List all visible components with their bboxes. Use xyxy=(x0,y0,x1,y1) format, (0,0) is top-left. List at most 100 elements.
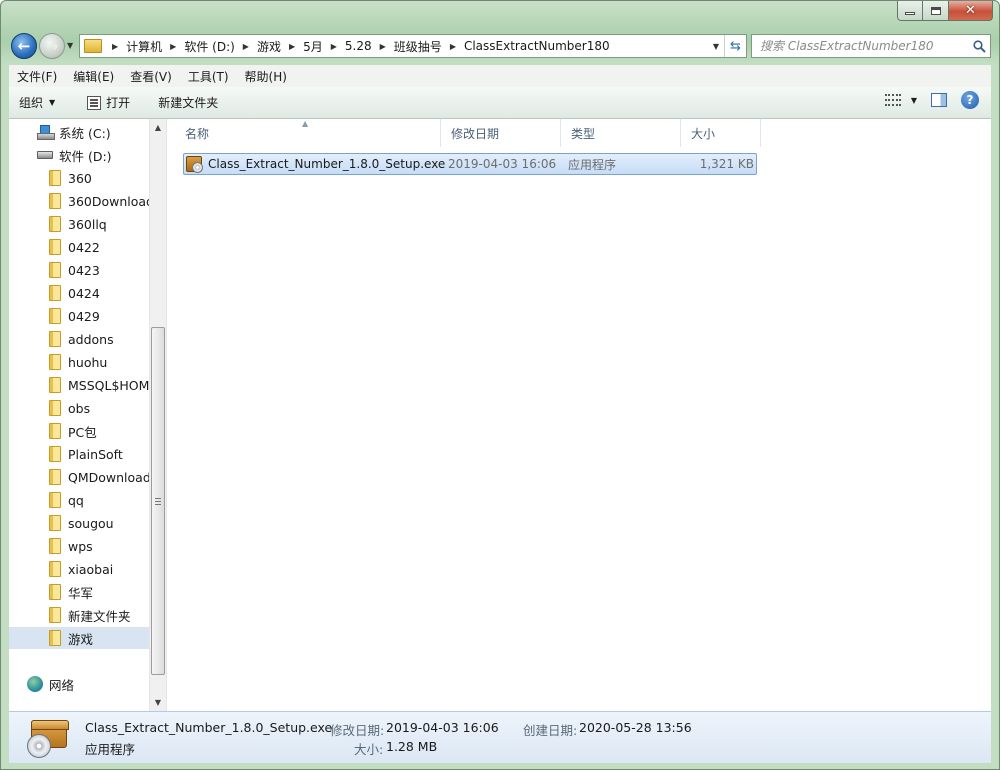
address-bar[interactable]: ▶ 计算机 ▶ 软件 (D:) ▶ 游戏 ▶ 5月 ▶ 5.28 ▶ 班级抽号 … xyxy=(79,34,747,58)
search-input[interactable] xyxy=(760,39,968,53)
refresh-icon: ⇆ xyxy=(730,38,741,54)
menu-view[interactable]: 查看(V) xyxy=(122,68,180,85)
preview-pane-icon[interactable] xyxy=(931,93,947,107)
breadcrumb-current-folder[interactable]: ClassExtractNumber180 xyxy=(464,39,610,53)
change-view-button[interactable]: ▼ xyxy=(884,94,917,106)
menu-tools[interactable]: 工具(T) xyxy=(180,68,237,85)
chevron-right-icon[interactable]: ▶ xyxy=(112,42,118,51)
tree-item-label: 0429 xyxy=(68,308,100,324)
file-row[interactable]: Class_Extract_Number_1.8.0_Setup.exe 201… xyxy=(183,153,757,175)
file-date: 2019-04-03 16:06 xyxy=(448,157,557,171)
tree-item-folder[interactable]: 0424 xyxy=(9,282,149,304)
tree-item-folder[interactable]: huohu xyxy=(9,351,149,373)
column-header-size[interactable]: 大小 xyxy=(681,119,761,147)
breadcrumb-528[interactable]: 5.28 xyxy=(345,39,372,53)
breadcrumb-class-draw[interactable]: 班级抽号 xyxy=(394,38,442,55)
chevron-right-icon[interactable]: ▶ xyxy=(331,42,337,51)
chevron-right-icon[interactable]: ▶ xyxy=(450,42,456,51)
tree-item-folder[interactable]: 0429 xyxy=(9,305,149,327)
maximize-button[interactable] xyxy=(923,1,949,21)
address-history-dropdown[interactable]: ▼ xyxy=(708,42,724,51)
forward-button[interactable]: → xyxy=(39,33,65,59)
folder-icon xyxy=(49,538,61,554)
tree-item-folder[interactable]: 0422 xyxy=(9,236,149,258)
new-folder-label: 新建文件夹 xyxy=(158,96,219,110)
tree-item-folder[interactable]: MSSQL$HOM xyxy=(9,374,149,396)
tree-item-folder[interactable]: sougou xyxy=(9,512,149,534)
tree-item-folder[interactable]: 360Download xyxy=(9,190,149,212)
menu-edit[interactable]: 编辑(E) xyxy=(65,68,122,85)
disc-icon xyxy=(27,734,51,758)
folder-icon xyxy=(49,446,61,462)
search-box[interactable] xyxy=(751,34,991,58)
folder-icon xyxy=(49,423,61,439)
tree-item-network[interactable]: 网络 xyxy=(9,673,149,695)
forward-arrow-icon: → xyxy=(45,37,59,55)
tree-item-label: 0424 xyxy=(68,285,100,301)
recent-pages-dropdown[interactable]: ▼ xyxy=(67,41,77,50)
tree-item-label: wps xyxy=(68,538,93,554)
breadcrumb-may[interactable]: 5月 xyxy=(303,38,323,55)
scrollbar-thumb[interactable] xyxy=(151,327,165,675)
refresh-button[interactable]: ⇆ xyxy=(724,35,746,57)
organize-button[interactable]: 组织 ▼ xyxy=(9,91,64,115)
chevron-right-icon[interactable]: ▶ xyxy=(289,42,295,51)
column-label: 大小 xyxy=(691,126,716,141)
file-name-cell: Class_Extract_Number_1.8.0_Setup.exe xyxy=(184,156,445,173)
folder-icon xyxy=(49,170,61,186)
column-header-name[interactable]: ▲ 名称 xyxy=(175,119,441,147)
tree-item-folder[interactable]: wps xyxy=(9,535,149,557)
tree-item-label: 华军 xyxy=(68,585,94,601)
column-label: 类型 xyxy=(571,126,596,141)
tree-item-label: MSSQL$HOM xyxy=(68,377,149,393)
folder-icon xyxy=(49,515,61,531)
nav-scrollbar[interactable]: ▲ ▼ xyxy=(149,119,166,711)
chevron-right-icon[interactable]: ▶ xyxy=(380,42,386,51)
tree-item-folder[interactable]: addons xyxy=(9,328,149,350)
tree-item-folder[interactable]: PlainSoft xyxy=(9,443,149,465)
column-label: 名称 xyxy=(185,126,210,141)
tree-item-folder[interactable]: 360llq xyxy=(9,213,149,235)
file-type: 应用程序 xyxy=(568,157,617,172)
tree-item-folder[interactable]: 游戏 xyxy=(9,627,149,649)
minimize-button[interactable] xyxy=(897,1,923,21)
open-button[interactable]: 打开 xyxy=(78,91,139,115)
tree-item-label: huohu xyxy=(68,354,108,370)
tree-item-label: 新建文件夹 xyxy=(68,608,131,624)
breadcrumb-drive-d[interactable]: 软件 (D:) xyxy=(184,38,234,55)
chevron-right-icon[interactable]: ▶ xyxy=(170,42,176,51)
back-arrow-icon: ← xyxy=(17,37,31,55)
back-button[interactable]: ← xyxy=(11,33,37,59)
help-icon[interactable]: ? xyxy=(961,91,979,109)
column-header-date[interactable]: 修改日期 xyxy=(441,119,561,147)
column-label: 修改日期 xyxy=(451,126,500,141)
menu-help[interactable]: 帮助(H) xyxy=(237,68,295,85)
close-icon: ✕ xyxy=(965,3,976,18)
tree-item-folder[interactable]: qq xyxy=(9,489,149,511)
breadcrumb-games[interactable]: 游戏 xyxy=(257,38,281,55)
tree-item-drive-d[interactable]: 软件 (D:) xyxy=(9,144,149,166)
tree-item-drive-c[interactable]: 系统 (C:) xyxy=(9,121,149,143)
menu-bar: 文件(F) 编辑(E) 查看(V) 工具(T) 帮助(H) xyxy=(9,65,991,87)
scroll-up-arrow-icon[interactable]: ▲ xyxy=(150,119,166,136)
chevron-down-icon: ▼ xyxy=(49,98,56,107)
tree-item-label: xiaobai xyxy=(68,561,114,577)
tree-item-folder[interactable]: 360 xyxy=(9,167,149,189)
tree-item-folder[interactable]: PC包 xyxy=(9,420,149,442)
tree-item-folder[interactable]: 新建文件夹 xyxy=(9,604,149,626)
new-folder-button[interactable]: 新建文件夹 xyxy=(149,91,227,115)
search-icon[interactable] xyxy=(968,39,990,53)
scroll-down-arrow-icon[interactable]: ▼ xyxy=(150,694,166,711)
tree-item-folder[interactable]: obs xyxy=(9,397,149,419)
details-pane: Class_Extract_Number_1.8.0_Setup.exe 应用程… xyxy=(9,711,991,763)
tree-item-folder[interactable]: QMDownload xyxy=(9,466,149,488)
menu-file[interactable]: 文件(F) xyxy=(9,68,65,85)
folder-icon xyxy=(49,285,61,301)
tree-item-folder[interactable]: 0423 xyxy=(9,259,149,281)
column-header-type[interactable]: 类型 xyxy=(561,119,681,147)
tree-item-folder[interactable]: 华军 xyxy=(9,581,149,603)
chevron-right-icon[interactable]: ▶ xyxy=(243,42,249,51)
breadcrumb-computer[interactable]: 计算机 xyxy=(126,38,162,55)
tree-item-folder[interactable]: xiaobai xyxy=(9,558,149,580)
close-button[interactable]: ✕ xyxy=(949,1,993,21)
